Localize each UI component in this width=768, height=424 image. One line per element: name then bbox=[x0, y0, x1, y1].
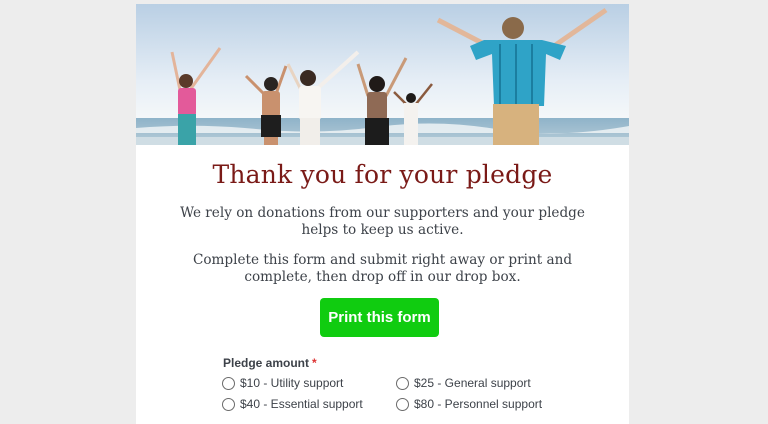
print-form-button[interactable]: Print this form bbox=[320, 298, 439, 337]
instructions-paragraph: Complete this form and submit right away… bbox=[192, 252, 573, 285]
pledge-option-label: $25 - General support bbox=[414, 376, 531, 390]
required-marker: * bbox=[312, 356, 317, 370]
pledge-amount-label-text: Pledge amount bbox=[223, 356, 310, 370]
pledge-option-10[interactable]: $10 - Utility support bbox=[222, 376, 343, 390]
pledge-option-40[interactable]: $40 - Essential support bbox=[222, 397, 363, 411]
pledge-option-25[interactable]: $25 - General support bbox=[396, 376, 531, 390]
pledge-option-80[interactable]: $80 - Personnel support bbox=[396, 397, 542, 411]
pledge-option-label: $40 - Essential support bbox=[240, 397, 363, 411]
radio-button[interactable] bbox=[222, 397, 235, 411]
pledge-amount-label: Pledge amount * bbox=[223, 356, 317, 370]
pledge-form-card: Thank you for your pledge We rely on don… bbox=[136, 4, 629, 424]
radio-button[interactable] bbox=[222, 376, 235, 390]
radio-button[interactable] bbox=[396, 397, 409, 411]
page-title: Thank you for your pledge bbox=[212, 160, 553, 189]
pledge-option-label: $10 - Utility support bbox=[240, 376, 344, 390]
hero-image-people-celebrating-on-beach bbox=[136, 4, 629, 145]
intro-paragraph: We rely on donations from our supporters… bbox=[180, 205, 585, 238]
pledge-option-label: $80 - Personnel support bbox=[414, 397, 543, 411]
radio-button[interactable] bbox=[396, 376, 409, 390]
